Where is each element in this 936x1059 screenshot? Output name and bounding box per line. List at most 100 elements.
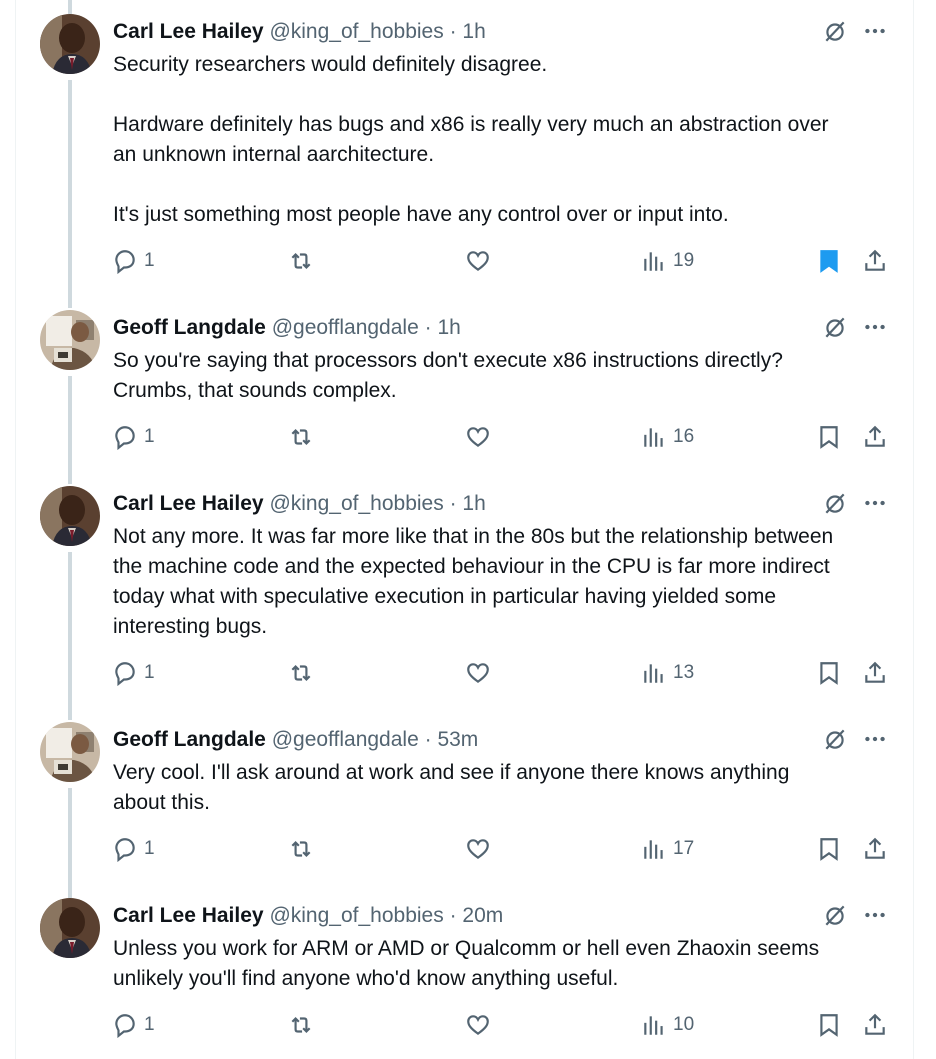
repost-button[interactable] (288, 422, 314, 452)
repost-button[interactable] (288, 658, 314, 688)
avatar[interactable] (40, 722, 100, 782)
tweet-header: Carl Lee Hailey @king_of_hobbies · 1h (113, 18, 486, 46)
reply-icon (115, 426, 135, 450)
views-button[interactable]: 13 (641, 658, 694, 688)
reply-button[interactable]: 1 (112, 1010, 155, 1040)
more-icon[interactable] (862, 726, 888, 752)
more-icon[interactable] (862, 18, 888, 44)
repost-icon (291, 252, 311, 270)
more-icon[interactable] (862, 314, 888, 340)
like-icon (467, 663, 489, 683)
tweet[interactable]: Carl Lee Hailey @king_of_hobbies · 1h No… (16, 486, 913, 706)
avatar[interactable] (40, 486, 100, 546)
reply-count: 1 (144, 250, 155, 271)
like-button[interactable] (465, 422, 491, 452)
avatar[interactable] (40, 898, 100, 958)
author-name[interactable]: Carl Lee Hailey (113, 904, 264, 927)
views-count: 16 (673, 426, 695, 447)
more-icon[interactable] (862, 490, 888, 516)
views-icon (644, 840, 663, 859)
action-bar: 1 17 (16, 834, 913, 864)
repost-button[interactable] (288, 834, 314, 864)
separator-dot: · (424, 728, 432, 751)
tweet-header: Geoff Langdale @geofflangdale · 53m (113, 726, 478, 754)
views-button[interactable]: 10 (641, 1010, 694, 1040)
share-button[interactable] (862, 834, 888, 864)
timestamp[interactable]: 53m (437, 728, 478, 751)
views-button[interactable]: 17 (641, 834, 694, 864)
reply-button[interactable]: 1 (112, 422, 155, 452)
author-handle[interactable]: @king_of_hobbies (269, 20, 443, 43)
reply-button[interactable]: 1 (112, 834, 155, 864)
author-handle[interactable]: @geofflangdale (272, 728, 419, 751)
tweet[interactable]: Carl Lee Hailey @king_of_hobbies · 1h Se… (16, 14, 913, 284)
bookmark-button[interactable] (816, 834, 842, 864)
timestamp[interactable]: 1h (462, 492, 485, 515)
reply-icon (115, 250, 135, 274)
action-bar: 1 16 (16, 422, 913, 452)
views-icon (644, 664, 663, 683)
views-button[interactable]: 19 (641, 246, 694, 276)
tweet-text: Unless you work for ARM or AMD or Qualco… (113, 937, 820, 990)
bookmark-icon (820, 1014, 838, 1037)
timestamp[interactable]: 1h (462, 20, 485, 43)
grok-icon[interactable] (822, 314, 848, 340)
more-icon[interactable] (862, 902, 888, 928)
like-button[interactable] (465, 658, 491, 688)
author-handle[interactable]: @king_of_hobbies (269, 904, 443, 927)
repost-icon (291, 840, 311, 858)
share-icon (865, 837, 885, 859)
like-icon (467, 1015, 489, 1035)
reply-count: 1 (144, 838, 155, 859)
views-count: 17 (673, 838, 695, 859)
timestamp[interactable]: 20m (462, 904, 503, 927)
tweet[interactable]: Carl Lee Hailey @king_of_hobbies · 20m U… (16, 898, 913, 1058)
share-button[interactable] (862, 422, 888, 452)
author-handle[interactable]: @king_of_hobbies (269, 492, 443, 515)
author-name[interactable]: Carl Lee Hailey (113, 20, 264, 43)
author-name[interactable]: Carl Lee Hailey (113, 492, 264, 515)
tweet[interactable]: Geoff Langdale @geofflangdale · 1h So yo… (16, 310, 913, 470)
bookmark-icon (820, 426, 838, 449)
author-name[interactable]: Geoff Langdale (113, 316, 266, 339)
action-bar: 1 10 (16, 1010, 913, 1040)
views-count: 10 (673, 1014, 695, 1035)
share-button[interactable] (862, 246, 888, 276)
reply-count: 1 (144, 1014, 155, 1035)
share-button[interactable] (862, 1010, 888, 1040)
timestamp[interactable]: 1h (437, 316, 460, 339)
avatar[interactable] (40, 14, 100, 74)
like-button[interactable] (465, 834, 491, 864)
repost-button[interactable] (288, 246, 314, 276)
reply-icon (115, 1014, 135, 1038)
views-button[interactable]: 16 (641, 422, 694, 452)
tweet-header: Carl Lee Hailey @king_of_hobbies · 20m (113, 902, 503, 930)
bookmark-button[interactable] (816, 246, 842, 276)
grok-icon[interactable] (822, 18, 848, 44)
grok-icon[interactable] (822, 490, 848, 516)
grok-icon[interactable] (822, 726, 848, 752)
like-button[interactable] (465, 1010, 491, 1040)
tweet[interactable]: Geoff Langdale @geofflangdale · 53m Very… (16, 722, 913, 882)
like-button[interactable] (465, 246, 491, 276)
views-icon (644, 1016, 663, 1035)
author-name[interactable]: Geoff Langdale (113, 728, 266, 751)
bookmark-button[interactable] (816, 658, 842, 688)
repost-icon (291, 428, 311, 446)
reply-button[interactable]: 1 (112, 658, 155, 688)
reply-button[interactable]: 1 (112, 246, 155, 276)
bookmark-button[interactable] (816, 1010, 842, 1040)
tweet-header: Geoff Langdale @geofflangdale · 1h (113, 314, 461, 342)
repost-button[interactable] (288, 1010, 314, 1040)
author-handle[interactable]: @geofflangdale (272, 316, 419, 339)
bookmark-button[interactable] (816, 422, 842, 452)
share-button[interactable] (862, 658, 888, 688)
repost-icon (291, 1016, 311, 1034)
grok-icon[interactable] (822, 902, 848, 928)
tweet-text: Security researchers would definitely di… (113, 53, 829, 226)
share-icon (865, 425, 885, 447)
bookmark-icon (820, 250, 838, 273)
like-icon (467, 427, 489, 447)
avatar[interactable] (40, 310, 100, 370)
bookmark-icon (820, 662, 838, 685)
